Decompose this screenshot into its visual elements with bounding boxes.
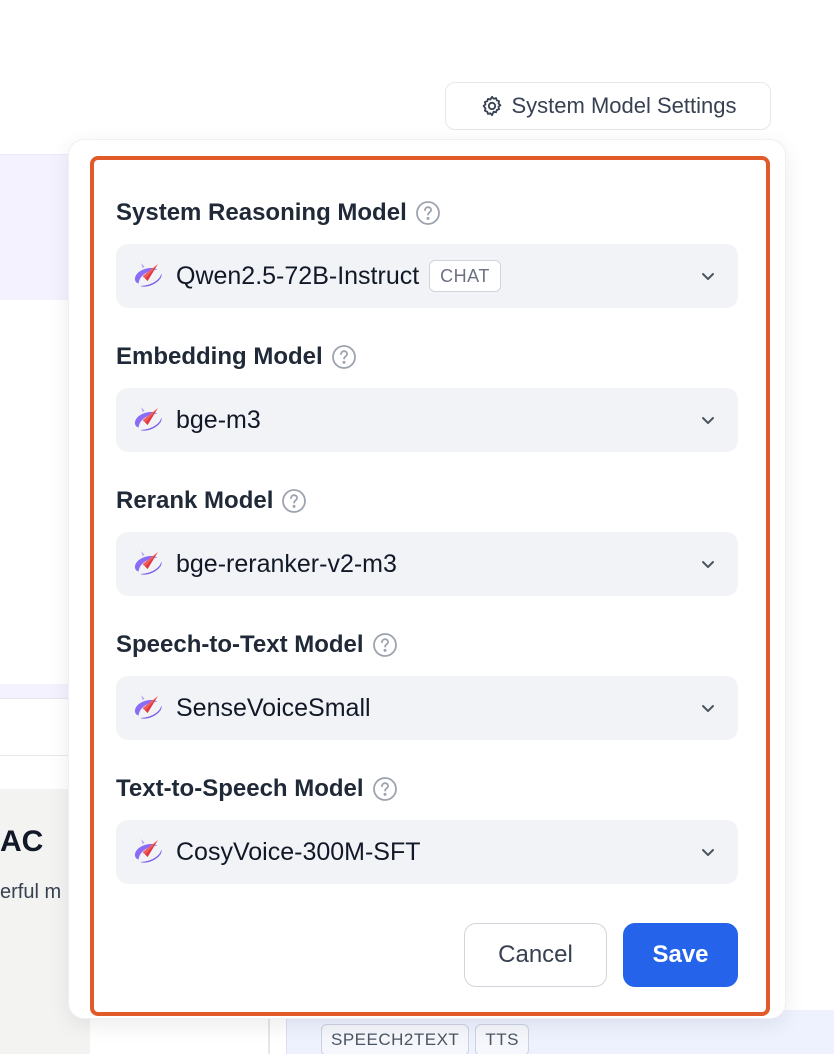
card-description-fragment: erful m <box>0 881 62 903</box>
cancel-button[interactable]: Cancel <box>464 923 607 987</box>
help-circle-icon[interactable] <box>372 632 398 658</box>
rerank-model-select[interactable]: bge-reranker-v2-m3 <box>116 532 738 596</box>
gear-icon <box>482 95 501 117</box>
chevron-down-icon <box>702 849 714 856</box>
model-provider-logo-icon <box>135 839 162 863</box>
tag-list: SPEECH2TEXT TTS <box>321 1024 529 1054</box>
selected-model-value: bge-m3 <box>176 405 261 434</box>
model-provider-logo-icon <box>135 695 162 719</box>
rerank-model-field: Rerank Model bge-reranker-v2-m3 <box>116 486 738 596</box>
chevron-down-icon <box>702 273 714 280</box>
selected-model-value: bge-reranker-v2-m3 <box>176 549 397 578</box>
model-provider-logo-icon <box>135 407 162 431</box>
tag-speech2text: SPEECH2TEXT <box>321 1024 470 1054</box>
speech-to-text-model-select[interactable]: SenseVoiceSmall <box>116 676 738 740</box>
text-to-speech-model-select[interactable]: CosyVoice-300M-SFT <box>116 820 738 884</box>
help-circle-icon[interactable] <box>281 488 307 514</box>
model-type-badge: CHAT <box>429 260 501 292</box>
system-reasoning-model-select[interactable]: Qwen2.5-72B-Instruct CHAT <box>116 244 738 308</box>
embedding-model-select[interactable]: bge-m3 <box>116 388 738 452</box>
field-label-text: Rerank Model <box>116 487 274 514</box>
chevron-down-icon <box>702 705 714 712</box>
help-circle-icon[interactable] <box>372 776 398 802</box>
settings-button-label: System Model Settings <box>511 93 737 118</box>
card-title-fragment: AC <box>0 825 44 858</box>
system-model-settings-button[interactable]: System Model Settings <box>445 82 771 130</box>
field-label-text: Speech-to-Text Model <box>116 631 364 658</box>
field-label-text: Embedding Model <box>116 343 323 370</box>
model-provider-logo-icon <box>135 263 162 287</box>
text-to-speech-model-field: Text-to-Speech Model CosyVoice-300M-SFT <box>116 774 738 884</box>
field-label: Embedding Model <box>116 342 738 372</box>
system-reasoning-model-field: System Reasoning Model Qwen2.5-72B-Instr… <box>116 198 738 308</box>
selected-model-value: CosyVoice-300M-SFT <box>176 837 421 866</box>
model-provider-logo-icon <box>135 551 162 575</box>
field-label-text: System Reasoning Model <box>116 199 407 226</box>
selected-model-value: Qwen2.5-72B-Instruct <box>176 261 420 290</box>
field-label: Text-to-Speech Model <box>116 774 738 804</box>
embedding-model-field: Embedding Model bge-m3 <box>116 342 738 452</box>
tag-tts: TTS <box>475 1024 529 1054</box>
chevron-down-icon <box>702 561 714 568</box>
chevron-down-icon <box>702 417 714 424</box>
save-button[interactable]: Save <box>623 923 738 987</box>
field-label: Rerank Model <box>116 486 738 516</box>
field-label: Speech-to-Text Model <box>116 630 738 660</box>
selected-model-value: SenseVoiceSmall <box>176 693 371 722</box>
field-label: System Reasoning Model <box>116 198 738 228</box>
help-circle-icon[interactable] <box>415 200 441 226</box>
field-label-text: Text-to-Speech Model <box>116 775 364 802</box>
help-circle-icon[interactable] <box>331 344 357 370</box>
speech-to-text-model-field: Speech-to-Text Model SenseVoiceSmall <box>116 630 738 740</box>
